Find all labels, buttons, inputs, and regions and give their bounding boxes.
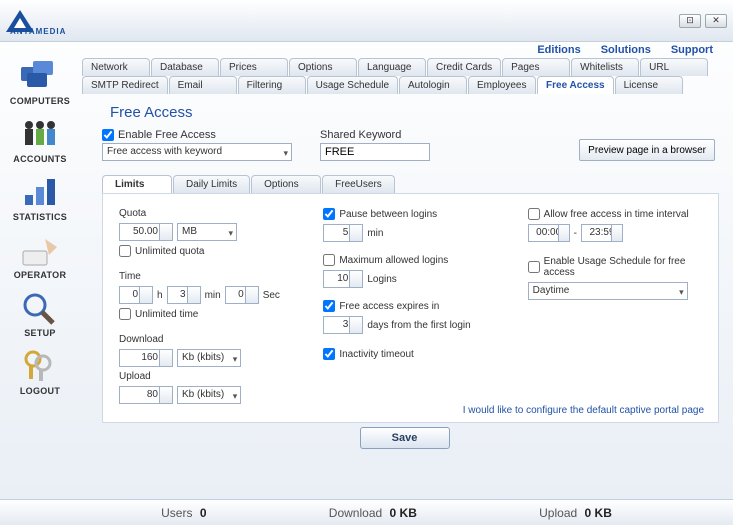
max-logins[interactable]: Maximum allowed logins: [323, 254, 497, 266]
tab-database[interactable]: Database: [151, 58, 219, 76]
tab-email[interactable]: Email: [169, 76, 237, 94]
tab-credit-cards[interactable]: Credit Cards: [427, 58, 501, 76]
status-users: Users 0: [161, 506, 206, 520]
sidebar: COMPUTERS ACCOUNTS STATISTICS OPERATOR S…: [0, 42, 80, 499]
limits-col-2: Pause between logins 5min Maximum allowe…: [323, 208, 497, 414]
download-unit[interactable]: Kb (kbits): [177, 349, 241, 367]
interval-from[interactable]: 00:00: [528, 224, 570, 242]
sidebar-label: STATISTICS: [13, 212, 67, 222]
interval-to[interactable]: 23:59: [581, 224, 623, 242]
time-m[interactable]: 3: [167, 286, 201, 304]
sidebar-label: LOGOUT: [20, 386, 60, 396]
sidebar-label: SETUP: [24, 328, 56, 338]
enable-free-access-checkbox[interactable]: [102, 129, 114, 141]
pause-between-logins[interactable]: Pause between logins: [323, 208, 497, 220]
pause-value[interactable]: 5: [323, 224, 363, 242]
tab-usage-schedule[interactable]: Usage Schedule: [307, 76, 398, 94]
preview-button[interactable]: Preview page in a browser: [579, 139, 715, 161]
unlimited-quota[interactable]: Unlimited quota: [119, 245, 293, 257]
time-s[interactable]: 0: [225, 286, 259, 304]
page-title: Free Access: [110, 104, 727, 121]
sidebar-label: COMPUTERS: [10, 96, 70, 106]
download-value[interactable]: 160: [119, 349, 173, 367]
time-label: Time: [119, 271, 293, 282]
tab-filtering[interactable]: Filtering: [238, 76, 306, 94]
download-label: Download: [119, 334, 293, 345]
titlebar: ANTAMEDIA ⊡ ✕: [0, 0, 733, 42]
top-links: Editions Solutions Support: [82, 42, 727, 56]
sidebar-item-computers[interactable]: COMPUTERS: [5, 56, 75, 112]
minimize-button[interactable]: ⊡: [679, 14, 701, 28]
inactivity-timeout[interactable]: Inactivity timeout: [323, 348, 497, 360]
tab-pages[interactable]: Pages: [502, 58, 570, 76]
shared-keyword-label: Shared Keyword: [320, 129, 430, 141]
schedule-combo[interactable]: Daytime: [528, 282, 688, 300]
tab-url[interactable]: URL: [640, 58, 708, 76]
enable-label: Enable Free Access: [118, 129, 216, 141]
sidebar-item-operator[interactable]: OPERATOR: [5, 230, 75, 286]
setup-icon: [19, 290, 61, 326]
allow-interval[interactable]: Allow free access in time interval: [528, 208, 702, 220]
tab-prices[interactable]: Prices: [220, 58, 288, 76]
sub-tabs: LimitsDaily LimitsOptionsFreeUsers: [102, 175, 727, 193]
tab-autologin[interactable]: Autologin: [399, 76, 467, 94]
tab-employees[interactable]: Employees: [468, 76, 536, 94]
subtab-options[interactable]: Options: [251, 175, 321, 193]
shared-keyword-input[interactable]: [320, 143, 430, 161]
sidebar-item-setup[interactable]: SETUP: [5, 288, 75, 344]
logo: ANTAMEDIA: [6, 5, 66, 36]
window-controls: ⊡ ✕: [679, 14, 727, 28]
statusbar: Users 0 Download 0 KB Upload 0 KB: [0, 499, 733, 525]
sidebar-item-accounts[interactable]: ACCOUNTS: [5, 114, 75, 170]
mode-combo[interactable]: Free access with keyword: [102, 143, 292, 161]
tab-options[interactable]: Options: [289, 58, 357, 76]
expires[interactable]: Free access expires in: [323, 300, 497, 312]
close-button[interactable]: ✕: [705, 14, 727, 28]
tab-whitelists[interactable]: Whitelists: [571, 58, 639, 76]
content-area: Editions Solutions Support NetworkDataba…: [80, 42, 733, 499]
logo-icon: [6, 10, 34, 32]
subtab-freeusers[interactable]: FreeUsers: [322, 175, 395, 193]
sidebar-label: ACCOUNTS: [13, 154, 66, 164]
status-upload: Upload 0 KB: [539, 506, 612, 520]
subtab-limits[interactable]: Limits: [102, 175, 172, 193]
sidebar-label: OPERATOR: [14, 270, 67, 280]
computers-icon: [19, 58, 61, 94]
subtab-daily-limits[interactable]: Daily Limits: [173, 175, 250, 193]
upload-unit[interactable]: Kb (kbits): [177, 386, 241, 404]
unlimited-time[interactable]: Unlimited time: [119, 308, 293, 320]
main-tabs: NetworkDatabasePricesOptionsLanguageCred…: [82, 58, 727, 94]
max-logins-value[interactable]: 10: [323, 270, 363, 288]
limits-panel: Quota 50.00 MB Unlimited quota Time 0h 3…: [102, 193, 719, 423]
accounts-icon: [19, 116, 61, 152]
tab-language[interactable]: Language: [358, 58, 426, 76]
statistics-icon: [19, 174, 61, 210]
link-support[interactable]: Support: [671, 44, 713, 56]
quota-label: Quota: [119, 208, 293, 219]
link-solutions[interactable]: Solutions: [601, 44, 651, 56]
upload-label: Upload: [119, 371, 293, 382]
tab-smtp-redirect[interactable]: SMTP Redirect: [82, 76, 168, 94]
upper-panel: Enable Free Access Free access with keyw…: [82, 129, 727, 165]
tab-network[interactable]: Network: [82, 58, 150, 76]
link-editions[interactable]: Editions: [537, 44, 580, 56]
sidebar-item-logout[interactable]: LOGOUT: [5, 346, 75, 402]
operator-icon: [19, 232, 61, 268]
tab-free-access[interactable]: Free Access: [537, 76, 614, 94]
logout-icon: [19, 348, 61, 384]
save-button[interactable]: Save: [360, 427, 450, 449]
time-h[interactable]: 0: [119, 286, 153, 304]
config-portal-link[interactable]: I would like to configure the default ca…: [463, 405, 704, 416]
limits-col-3: Allow free access in time interval 00:00…: [528, 208, 702, 414]
enable-schedule[interactable]: Enable Usage Schedule for free access: [528, 256, 702, 278]
quota-unit[interactable]: MB: [177, 223, 237, 241]
expires-value[interactable]: 3: [323, 316, 363, 334]
quota-value[interactable]: 50.00: [119, 223, 173, 241]
tab-license[interactable]: License: [615, 76, 683, 94]
upload-value[interactable]: 80: [119, 386, 173, 404]
status-download: Download 0 KB: [329, 506, 417, 520]
sidebar-item-statistics[interactable]: STATISTICS: [5, 172, 75, 228]
enable-free-access[interactable]: Enable Free Access: [102, 129, 292, 141]
limits-col-1: Quota 50.00 MB Unlimited quota Time 0h 3…: [119, 208, 293, 414]
